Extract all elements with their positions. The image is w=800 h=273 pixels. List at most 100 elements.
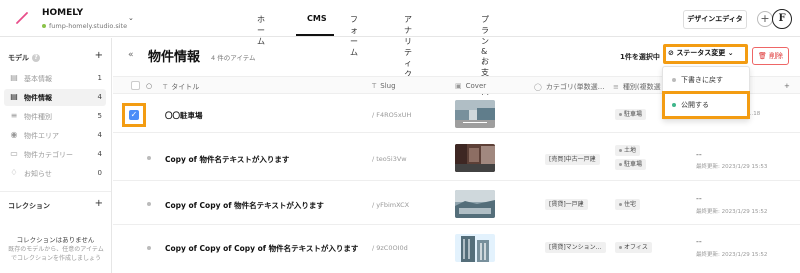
sidebar-item-property-info[interactable]: ▤ 物件情報 4 xyxy=(4,89,106,106)
col-types[interactable]: ≡ 種別(複数選 xyxy=(613,82,661,92)
collections-empty-title: コレクションはありません xyxy=(16,236,95,244)
nav-home[interactable]: ホーム xyxy=(257,14,265,47)
site-name[interactable]: HOMELY xyxy=(42,8,83,18)
site-url[interactable]: fump-homely.studio.site xyxy=(42,22,127,30)
status-dot-icon xyxy=(147,156,151,160)
item-count: 4 件のアイテム xyxy=(211,54,256,62)
collections-heading: コレクション xyxy=(8,202,50,210)
row-slug: / yFbimXCX xyxy=(372,201,410,209)
sidebar: モデル? + ▤ 基本情報 1 ▤ 物件情報 4 ≡ 物件種別 5 ◉ 物件エリ… xyxy=(0,38,112,273)
sidebar-item-news[interactable]: ♢ お知らせ 0 xyxy=(4,165,106,182)
designer-editor-button[interactable]: デザインエディタ xyxy=(683,10,747,29)
top-bar: HOMELY fump-homely.studio.site ⌄ ホーム CMS… xyxy=(0,0,800,99)
delete-button[interactable]: 🗑 削除 xyxy=(752,47,789,65)
type-tag: 駐車場 xyxy=(615,109,647,120)
category-tag: [賃貸]一戸建 xyxy=(545,199,588,210)
sidebar-item-count: 4 xyxy=(97,131,102,139)
status-dropdown-menu: 下書きに戻す 公開する xyxy=(662,66,750,120)
table-row[interactable]: Copy of 物件名テキストが入ります / teo5i3Vw [売買]中古一戸… xyxy=(113,134,800,181)
status-change-button[interactable]: ⊘ ステータス変更 ⌄ xyxy=(663,44,748,64)
add-model-icon[interactable]: + xyxy=(95,50,103,61)
table-row[interactable]: Copy of Copy of Copy of 物件名テキストが入ります / 9… xyxy=(113,226,800,273)
cover-image[interactable] xyxy=(455,190,495,218)
updated-at: 最終更新: 2023/1/29 15:52 xyxy=(696,209,768,215)
cover-image[interactable] xyxy=(455,234,495,262)
folder-icon: ▭ xyxy=(10,149,18,158)
town-photo xyxy=(455,190,495,218)
help-icon[interactable]: ? xyxy=(32,54,40,62)
nav-cms[interactable]: CMS xyxy=(307,14,327,23)
models-heading: モデル? xyxy=(8,53,40,63)
cover-image[interactable] xyxy=(455,100,495,128)
checkbox-checked-icon[interactable]: ✓ xyxy=(129,110,139,120)
add-collection-icon[interactable]: + xyxy=(95,198,103,209)
row-checkbox-highlight[interactable]: ✓ xyxy=(122,103,146,127)
cover-image[interactable] xyxy=(455,144,495,172)
menu-item-label: 公開する xyxy=(681,101,709,109)
type-tag: 駐車場 xyxy=(615,159,647,170)
collections-empty-desc: 既存のモデルから、任意のアイテムでコレクションを作成しましょう xyxy=(8,246,104,262)
status-dot-icon xyxy=(147,202,151,206)
empty-value: -- xyxy=(696,194,702,203)
category-tag: [売買]中古一戸建 xyxy=(545,154,600,165)
sidebar-item-property-type[interactable]: ≡ 物件種別 5 xyxy=(4,108,106,125)
updated-at: 最終更新: 2023/1/29 15:53 xyxy=(696,164,768,170)
row-slug: / 9zC0OI0d xyxy=(372,244,408,252)
status-change-label: ステータス変更 xyxy=(676,49,726,57)
row-title[interactable]: Copy of 物件名テキストが入ります xyxy=(165,154,289,165)
col-types-label: 種別(複数選 xyxy=(622,83,661,91)
type-tag-label: 駐車場 xyxy=(624,161,643,168)
list-icon: ≡ xyxy=(10,111,18,120)
sidebar-item-label: お知らせ xyxy=(24,170,52,178)
type-tag: オフィス xyxy=(615,242,652,253)
models-heading-label: モデル xyxy=(8,54,29,62)
doc-icon: ▤ xyxy=(10,73,18,82)
menu-item-revert-draft[interactable]: 下書きに戻す xyxy=(669,72,745,88)
text-type-icon: T xyxy=(372,82,377,90)
delete-label: 削除 xyxy=(769,52,784,60)
chevron-down-icon[interactable]: ⌄ xyxy=(128,14,134,22)
sidebar-item-property-category[interactable]: ▭ 物件カテゴリー 4 xyxy=(4,146,106,163)
text-type-icon: T xyxy=(163,83,168,91)
sidebar-item-property-area[interactable]: ◉ 物件エリア 4 xyxy=(4,127,106,144)
sidebar-item-basic-info[interactable]: ▤ 基本情報 1 xyxy=(4,70,106,87)
type-tag-label: オフィス xyxy=(624,244,648,251)
list-icon: ≡ xyxy=(613,83,619,91)
avatar[interactable]: F xyxy=(772,9,792,29)
col-category-label: カテゴリ(単数選… xyxy=(545,83,605,91)
street-photo xyxy=(455,144,495,172)
doc-icon: ▤ xyxy=(10,92,18,101)
select-all-checkbox[interactable] xyxy=(131,81,140,90)
row-title[interactable]: 〇〇駐車場 xyxy=(165,110,203,121)
sidebar-divider xyxy=(0,191,111,192)
table-row[interactable]: Copy of Copy of 物件名テキストが入ります / yFbimXCX … xyxy=(113,182,800,225)
add-icon[interactable]: + xyxy=(757,11,773,27)
logo-icon[interactable] xyxy=(14,10,30,26)
menu-item-publish[interactable]: 公開する xyxy=(669,97,745,113)
nav-form[interactable]: フォーム xyxy=(350,14,358,58)
sidebar-item-count: 0 xyxy=(97,169,102,177)
sidebar-item-label: 物件情報 xyxy=(24,94,52,102)
col-category[interactable]: ◯ カテゴリ(単数選… xyxy=(534,82,605,92)
sidebar-item-label: 物件種別 xyxy=(24,113,52,121)
sidebar-item-label: 物件カテゴリー xyxy=(24,151,73,159)
nav-active-indicator xyxy=(296,34,334,36)
col-cover[interactable]: ▣ Cover xyxy=(455,82,486,90)
sidebar-item-count: 5 xyxy=(97,112,102,120)
draft-dot-icon xyxy=(672,78,676,82)
type-tag: 住宅 xyxy=(615,199,641,210)
row-title[interactable]: Copy of Copy of Copy of 物件名テキストが入ります xyxy=(165,243,358,254)
chevron-down-icon: ⌄ xyxy=(727,49,734,57)
trash-icon: 🗑 xyxy=(757,52,767,60)
row-title[interactable]: Copy of Copy of 物件名テキストが入ります xyxy=(165,200,324,211)
col-title-label: タイトル xyxy=(171,83,200,91)
col-slug[interactable]: T Slug xyxy=(372,82,396,90)
sidebar-item-count: 4 xyxy=(97,93,102,101)
col-title[interactable]: T タイトル xyxy=(163,82,199,92)
collapse-sidebar-icon[interactable]: « xyxy=(128,50,134,60)
image-type-icon: ▣ xyxy=(455,82,462,90)
add-column-icon[interactable]: + xyxy=(784,82,790,90)
publish-dot-icon xyxy=(672,103,676,107)
page-title: 物件情報 xyxy=(148,50,201,65)
col-cover-label: Cover xyxy=(465,82,487,90)
